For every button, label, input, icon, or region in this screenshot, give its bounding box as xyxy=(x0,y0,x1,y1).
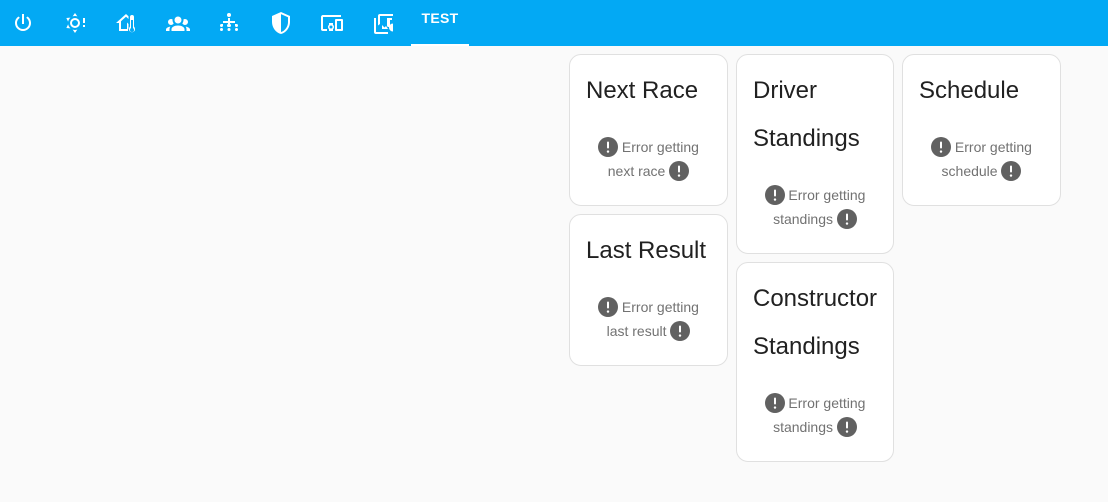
alert-circle-icon xyxy=(764,185,785,205)
alert-circle-icon xyxy=(1001,161,1022,181)
image-music-icon xyxy=(374,14,393,34)
card-title: Schedule xyxy=(919,77,1020,104)
constructor-standings-card: Constructor Standings Error getting stan… xyxy=(736,262,894,462)
top-toolbar: TEST xyxy=(0,0,1108,46)
tab-media[interactable] xyxy=(361,0,407,46)
card-title-line2: Standings xyxy=(753,125,860,152)
error-message: Error getting standings xyxy=(737,183,893,231)
tab-devices[interactable] xyxy=(309,0,355,46)
tab-test-label: TEST xyxy=(421,10,459,26)
alert-circle-icon xyxy=(836,417,857,437)
account-group-icon xyxy=(166,16,190,31)
driver-standings-card: Driver Standings Error getting standings xyxy=(736,54,894,254)
card-title: Next Race xyxy=(586,77,699,104)
tab-power[interactable] xyxy=(0,0,46,46)
tab-network[interactable] xyxy=(206,0,252,46)
family-tree-icon xyxy=(220,13,238,31)
error-message: Error getting last result xyxy=(570,295,727,343)
next-race-card: Next Race Error getting next race xyxy=(569,54,728,206)
weather-sunny-alert-icon xyxy=(66,13,85,33)
alert-circle-icon xyxy=(931,137,952,157)
home-thermometer-icon xyxy=(116,14,135,33)
alert-circle-icon xyxy=(669,161,690,181)
card-title: Last Result xyxy=(586,237,707,264)
schedule-card: Schedule Error getting schedule xyxy=(902,54,1061,206)
card-title-line1: Driver xyxy=(753,77,817,104)
tab-security[interactable] xyxy=(258,0,304,46)
tab-test[interactable]: TEST xyxy=(411,0,469,46)
alert-circle-icon xyxy=(598,297,619,317)
alert-circle-icon xyxy=(670,321,691,341)
devices-icon xyxy=(321,15,343,31)
error-message: Error getting next race xyxy=(570,135,727,183)
card-title-line2: Standings xyxy=(753,333,860,360)
power-icon xyxy=(15,14,31,31)
alert-circle-icon xyxy=(836,209,857,229)
alert-circle-icon xyxy=(764,393,785,413)
error-message: Error getting standings xyxy=(737,391,893,439)
shield-half-icon xyxy=(272,12,290,34)
tab-people[interactable] xyxy=(155,0,201,46)
alert-circle-icon xyxy=(598,137,619,157)
last-result-card: Last Result Error getting last result xyxy=(569,214,728,366)
error-message: Error getting schedule xyxy=(903,135,1060,183)
tab-weather[interactable] xyxy=(52,0,98,46)
card-title-line1: Constructor xyxy=(753,285,878,312)
tab-climate[interactable] xyxy=(103,0,149,46)
